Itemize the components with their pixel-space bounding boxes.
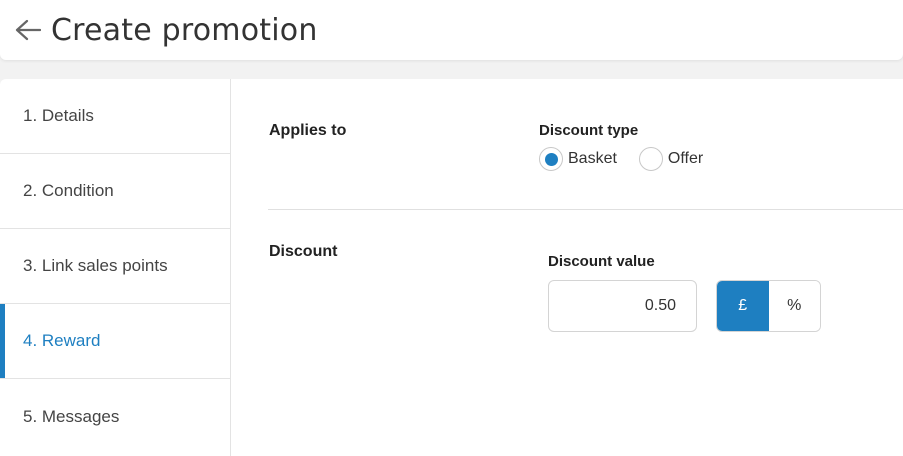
- section-divider: [268, 209, 903, 210]
- step-condition[interactable]: 2. Condition: [0, 154, 230, 229]
- page-header: Create promotion: [0, 0, 903, 60]
- step-reward[interactable]: 4. Reward: [0, 304, 230, 379]
- discount-type-label: Discount type: [539, 122, 639, 139]
- discount-label: Discount: [269, 243, 338, 260]
- unit-percent-button[interactable]: %: [768, 281, 820, 331]
- radio-basket-label: Basket: [568, 150, 617, 167]
- steps-sidebar: 1. Details 2. Condition 3. Link sales po…: [0, 79, 231, 456]
- arrow-left-icon: [15, 19, 41, 41]
- step-link-sales-points[interactable]: 3. Link sales points: [0, 229, 230, 304]
- discount-value-input[interactable]: [548, 280, 697, 332]
- back-button[interactable]: [13, 15, 43, 45]
- unit-pound-button[interactable]: £: [717, 281, 769, 331]
- discount-value-label: Discount value: [548, 253, 655, 270]
- discount-unit-toggle: £ %: [716, 280, 821, 332]
- radio-offer[interactable]: [638, 147, 663, 171]
- radio-selected-dot: [544, 152, 558, 166]
- radio-basket[interactable]: [539, 147, 563, 171]
- page-title: Create promotion: [51, 12, 318, 48]
- discount-type-radio-group: Basket Offer: [539, 147, 703, 171]
- step-details[interactable]: 1. Details: [0, 79, 230, 154]
- applies-to-label: Applies to: [269, 122, 347, 139]
- promotion-panel: 1. Details 2. Condition 3. Link sales po…: [0, 79, 903, 456]
- step-messages[interactable]: 5. Messages: [0, 379, 230, 454]
- reward-content: Applies to Discount type Basket Offer Di…: [232, 79, 903, 456]
- radio-offer-label: Offer: [667, 150, 704, 167]
